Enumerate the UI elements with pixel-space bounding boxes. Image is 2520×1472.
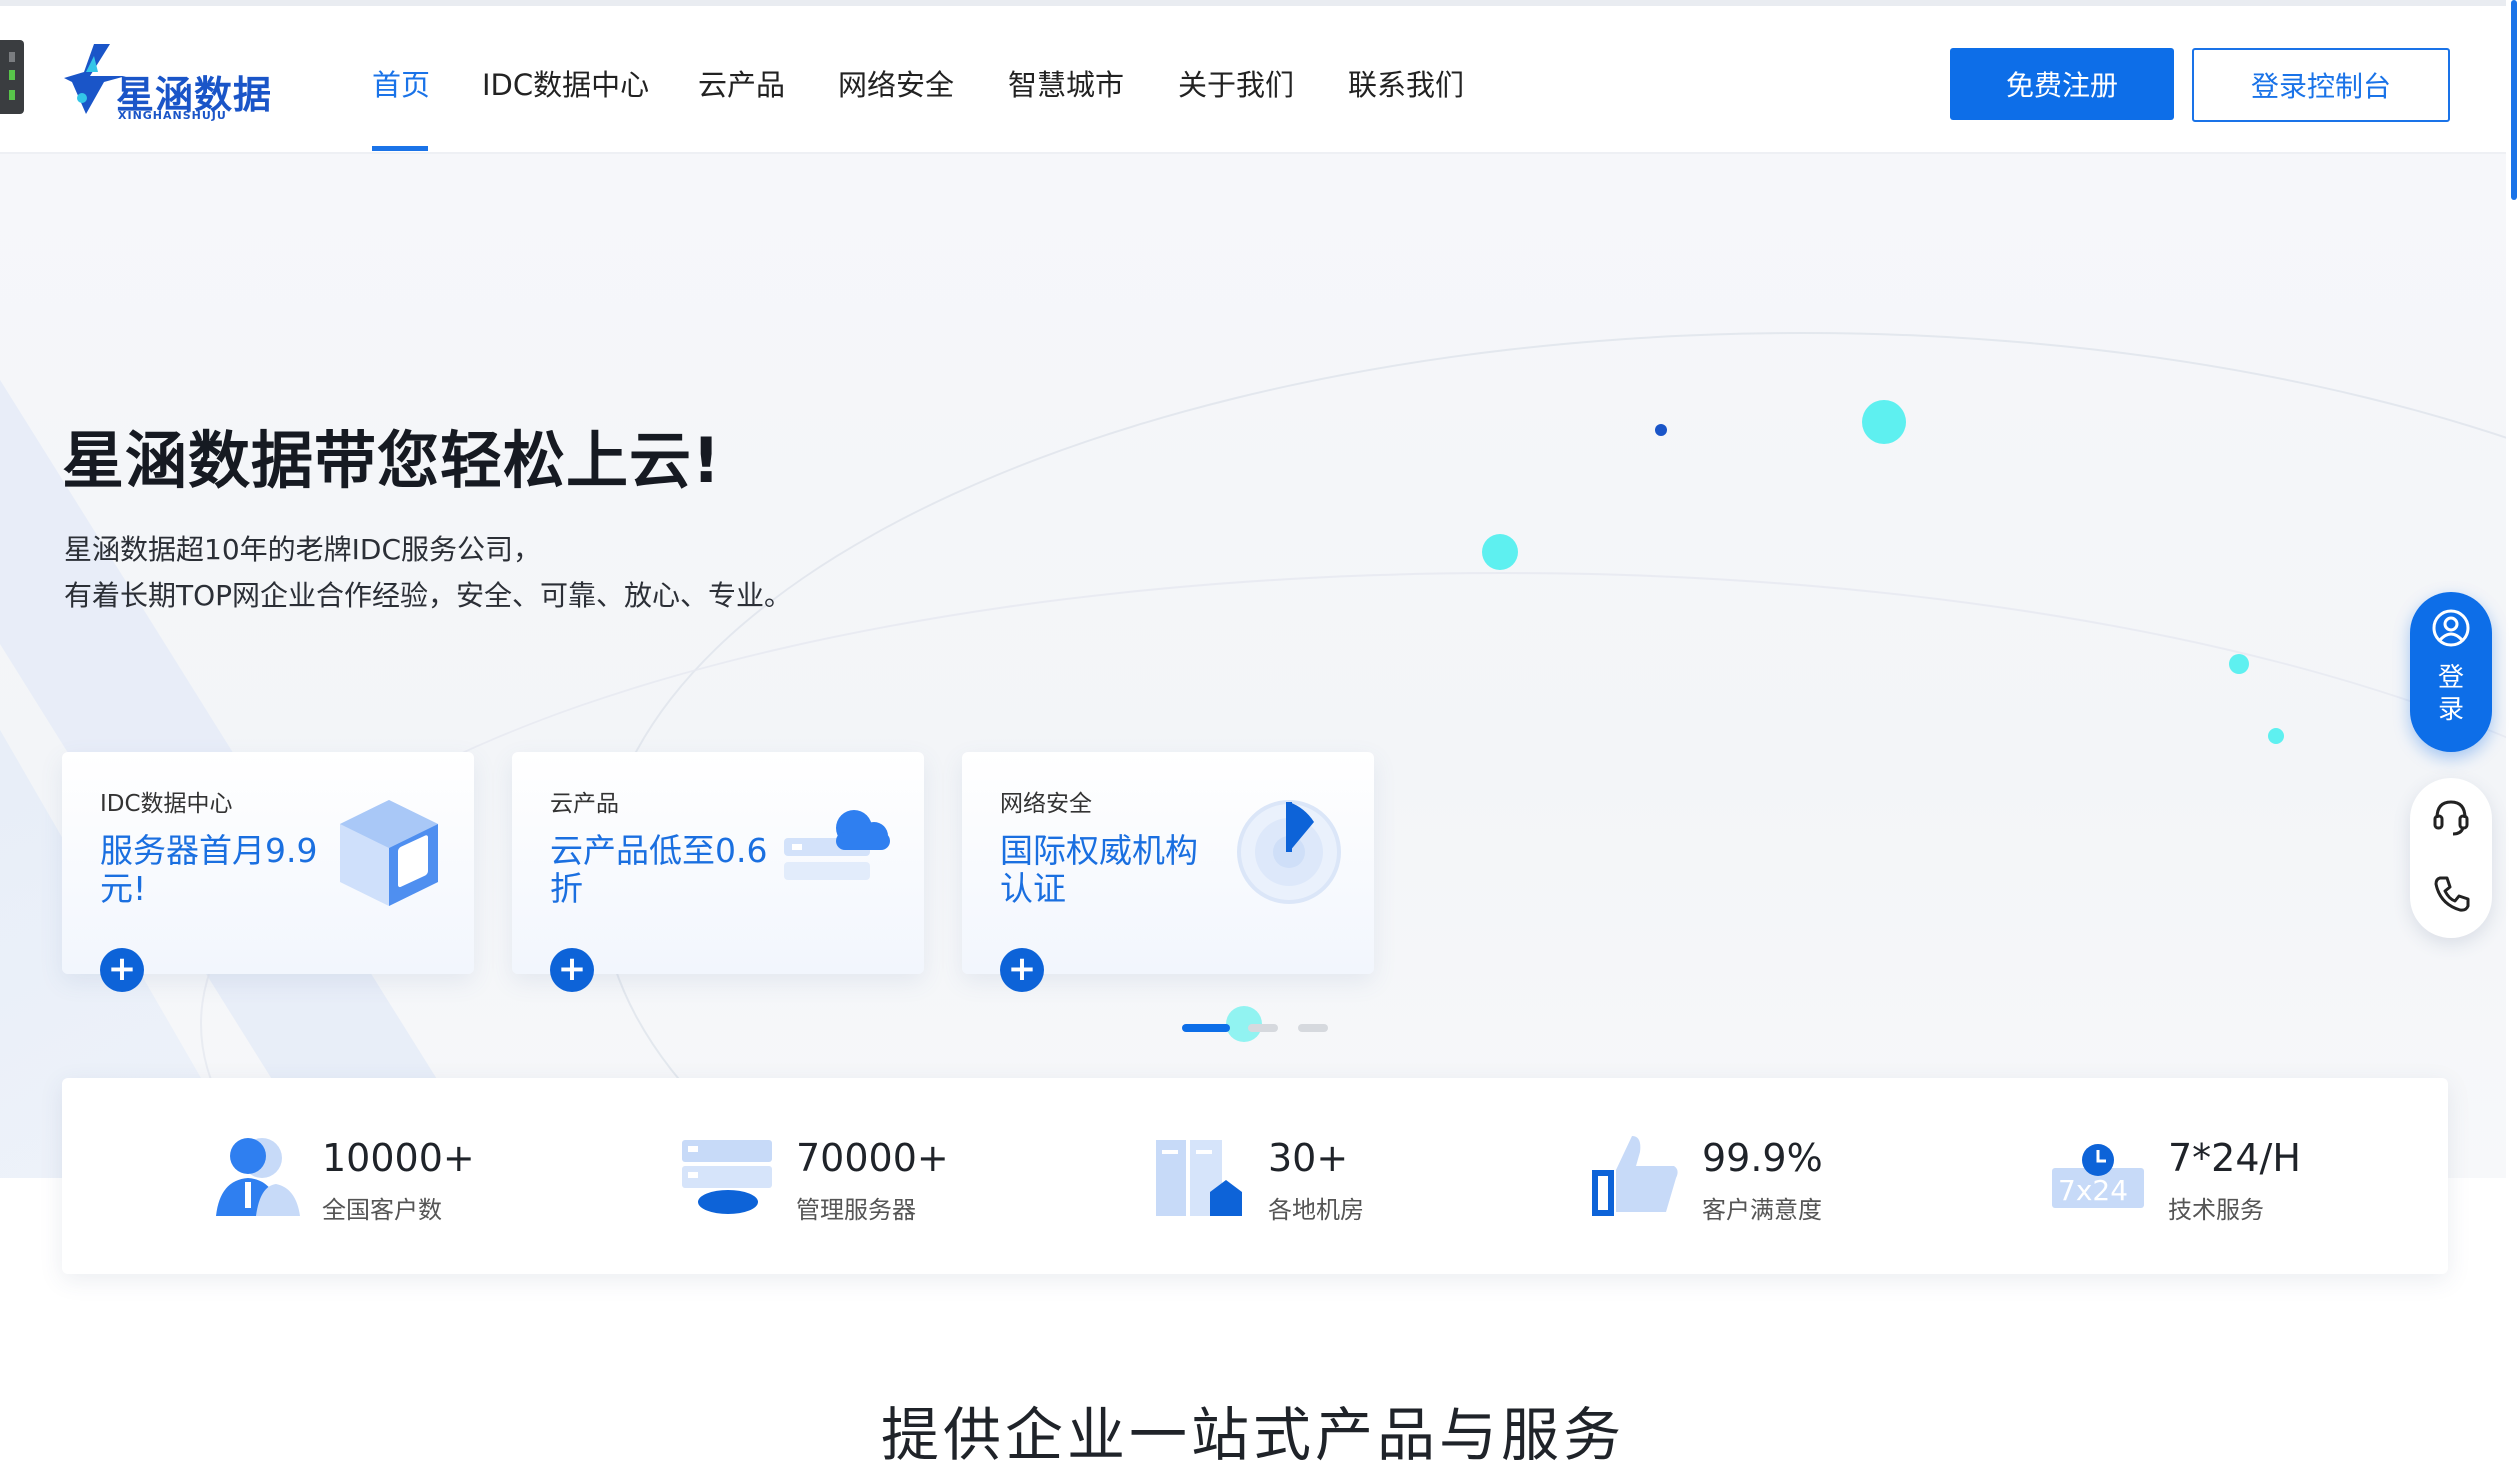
- nav-cloud[interactable]: 云产品: [698, 62, 785, 104]
- logo-subtitle: XINGHANSHUJU: [118, 109, 227, 122]
- nav-about[interactable]: 关于我们: [1178, 62, 1294, 104]
- decor-dot: [1482, 534, 1518, 570]
- nav-active-underline: [372, 146, 428, 151]
- floating-contact-bar: [2410, 778, 2492, 938]
- server-rack-icon: [682, 1140, 772, 1214]
- hero-title: 星涵数据带您轻松上云!: [62, 424, 722, 497]
- card-category: 网络安全: [1000, 791, 1092, 817]
- nav-smart-city[interactable]: 智慧城市: [1008, 62, 1124, 104]
- nav-idc[interactable]: IDC数据中心: [482, 62, 649, 104]
- card-expand-button[interactable]: +: [550, 948, 594, 992]
- card-expand-button[interactable]: +: [100, 948, 144, 992]
- thumbs-up-icon: [1592, 1136, 1678, 1216]
- site-logo[interactable]: 星涵数据 XINGHANSHUJU: [64, 42, 284, 126]
- nav-security[interactable]: 网络安全: [838, 62, 954, 104]
- card-category: 云产品: [550, 791, 619, 817]
- promo-card-security[interactable]: 网络安全 国际权威机构认证 +: [962, 752, 1374, 992]
- server-cube-icon: [340, 800, 438, 906]
- carousel-dot[interactable]: [1248, 1024, 1278, 1032]
- decor-dot: [1655, 424, 1667, 436]
- headset-icon[interactable]: [2431, 796, 2471, 836]
- nav-home[interactable]: 首页: [372, 62, 430, 104]
- console-login-button[interactable]: 登录控制台: [2192, 48, 2450, 122]
- floating-login-label: 登录: [2437, 663, 2464, 725]
- promo-card-idc[interactable]: IDC数据中心 服务器首月9.9元! +: [62, 752, 474, 992]
- card-category: IDC数据中心: [100, 791, 233, 817]
- datacenter-building-icon: [1156, 1140, 1242, 1216]
- stat-label: 客户满意度: [1702, 1196, 1822, 1224]
- stat-label: 技术服务: [2168, 1196, 2264, 1224]
- clock-24h-icon: 7x24: [2052, 1144, 2144, 1208]
- hero-description-line2: 有着长期TOP网企业合作经验，安全、可靠、放心、专业。: [64, 579, 793, 612]
- security-shield-icon: [1237, 800, 1341, 904]
- scrollbar-thumb[interactable]: [2511, 0, 2517, 200]
- stat-value: 30+: [1268, 1136, 1349, 1180]
- card-promo: 服务器首月9.9元!: [100, 831, 318, 908]
- card-promo: 国际权威机构认证: [1000, 831, 1198, 908]
- stat-value: 7*24/H: [2168, 1136, 2301, 1180]
- floating-login-button[interactable]: 登录: [2410, 592, 2492, 752]
- cloud-server-icon: [784, 810, 890, 880]
- hero-description-line1: 星涵数据超10年的老牌IDC服务公司，: [64, 533, 541, 566]
- nav-contact[interactable]: 联系我们: [1348, 62, 1464, 104]
- carousel-dot-active[interactable]: [1182, 1024, 1230, 1032]
- customer-icon: [216, 1138, 300, 1216]
- stats-panel: 10000+ 全国客户数 70000+ 管理服务器 30+ 各地机房 99.9%…: [62, 1078, 2448, 1274]
- card-expand-button[interactable]: +: [1000, 948, 1044, 992]
- stat-value: 99.9%: [1702, 1136, 1823, 1180]
- carousel-dot[interactable]: [1298, 1024, 1328, 1032]
- stat-label: 管理服务器: [796, 1196, 916, 1224]
- user-icon: [2432, 609, 2470, 647]
- stat-label: 全国客户数: [322, 1196, 442, 1224]
- stat-value: 10000+: [322, 1136, 475, 1180]
- stat-value: 70000+: [796, 1136, 949, 1180]
- phone-icon[interactable]: [2432, 874, 2472, 914]
- side-widget-tab[interactable]: [0, 40, 24, 114]
- register-button[interactable]: 免费注册: [1950, 48, 2174, 120]
- decor-dot: [2229, 654, 2249, 674]
- stat-label: 各地机房: [1268, 1196, 1364, 1224]
- section-title: 提供企业一站式产品与服务: [880, 1401, 1625, 1469]
- stat-badge-text: 7x24: [2058, 1174, 2128, 1207]
- promo-card-cloud[interactable]: 云产品 云产品低至0.6折 +: [512, 752, 924, 992]
- site-header: 星涵数据 XINGHANSHUJU 首页 IDC数据中心 云产品 网络安全 智慧…: [0, 6, 2520, 154]
- decor-dot: [1862, 400, 1906, 444]
- decor-dot: [2268, 728, 2284, 744]
- page-scrollbar[interactable]: [2506, 0, 2520, 1446]
- card-promo: 云产品低至0.6折: [550, 831, 768, 908]
